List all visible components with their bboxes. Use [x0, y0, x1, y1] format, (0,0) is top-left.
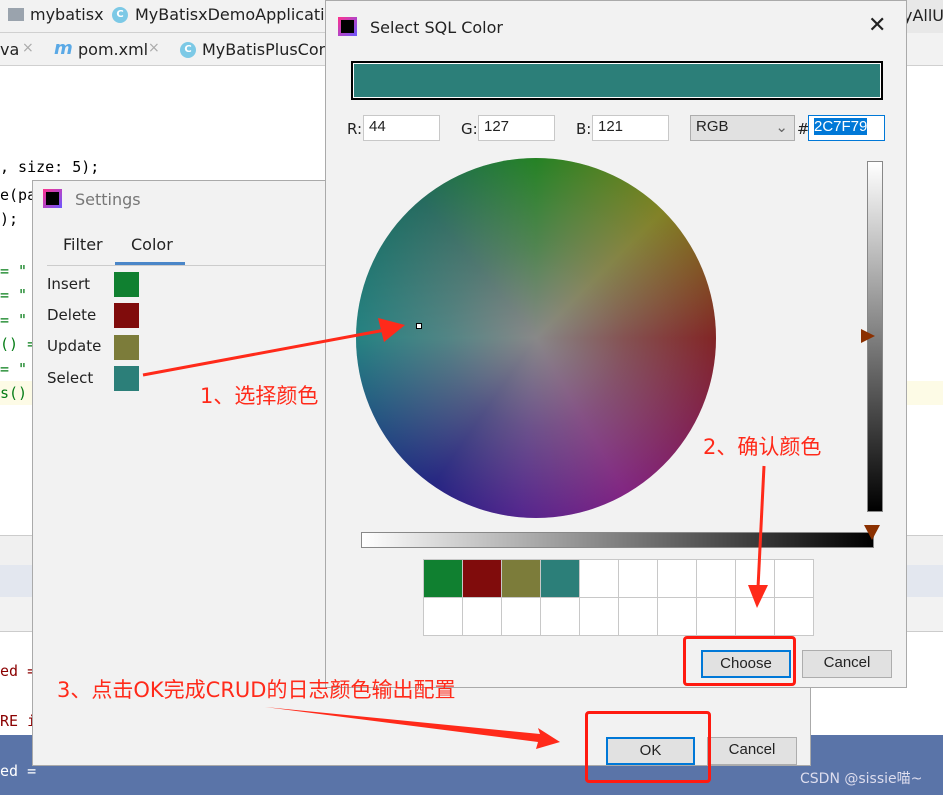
arrow-step3 [265, 707, 560, 749]
annotation-step1: 1、选择颜色 [200, 384, 319, 408]
watermark: CSDN @sissie喵~ [800, 771, 923, 787]
annotation-step3: 3、点击OK完成CRUD的日志颜色输出配置 [57, 678, 456, 702]
annotation-step2: 2、确认颜色 [703, 435, 822, 459]
arrow-head [378, 318, 405, 342]
arrow-step1 [142, 328, 386, 377]
highlight-ok [585, 711, 711, 783]
highlight-choose [683, 636, 796, 686]
arrow-head [748, 585, 768, 608]
arrow-step2 [756, 465, 766, 589]
